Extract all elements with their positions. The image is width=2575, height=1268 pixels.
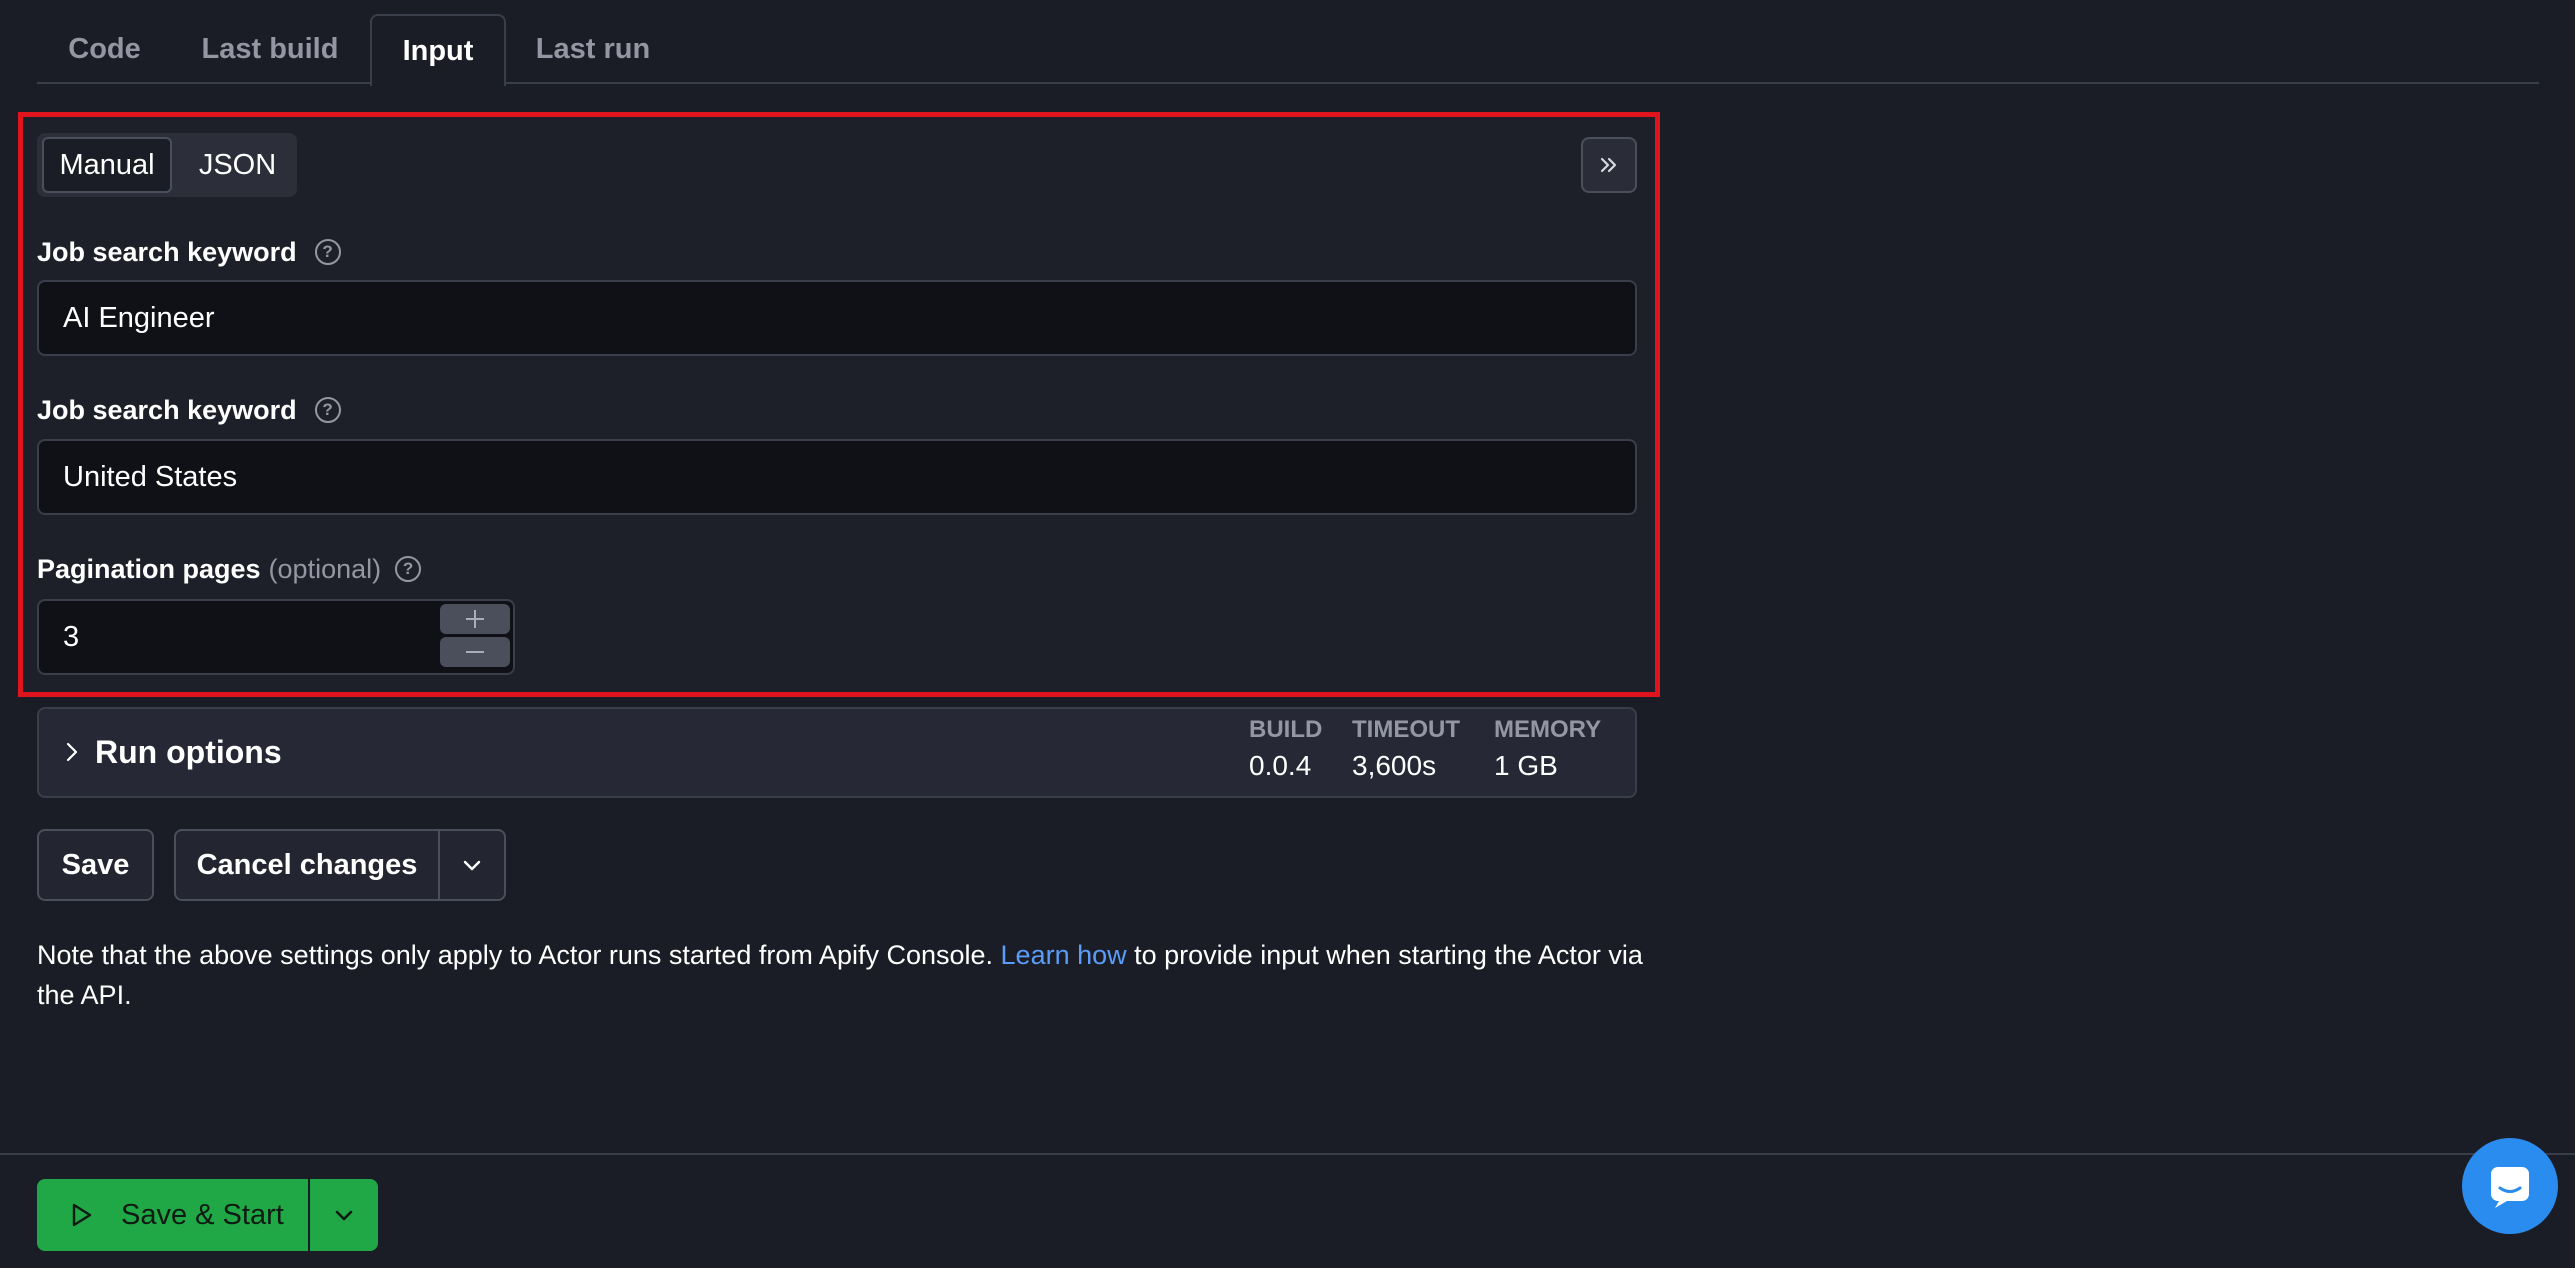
mode-json-button[interactable]: JSON (180, 137, 295, 193)
optional-tag: (optional) (268, 553, 382, 584)
note-text-before: Note that the above settings only apply … (37, 940, 1001, 970)
tab-last-run[interactable]: Last run (520, 14, 666, 84)
cancel-changes-button[interactable]: Cancel changes (174, 829, 440, 901)
memory-label: MEMORY (1494, 716, 1602, 743)
pages-field-label: Pagination pages (optional) ? (37, 550, 422, 588)
input-note: Note that the above settings only apply … (37, 935, 1657, 1015)
minus-icon (466, 651, 484, 653)
chevron-right-icon (66, 742, 78, 762)
footer-divider (0, 1153, 2575, 1155)
increment-button[interactable] (440, 604, 510, 634)
expand-panel-button[interactable] (1581, 137, 1637, 193)
chat-icon (2491, 1167, 2529, 1208)
chevron-down-icon (335, 1210, 353, 1221)
learn-how-link[interactable]: Learn how (1001, 940, 1127, 970)
double-chevron-right-icon (1600, 157, 1617, 173)
memory-value: 1 GB (1494, 750, 1558, 781)
chat-widget-button[interactable] (2462, 1138, 2558, 1234)
keyword-input[interactable]: AI Engineer (37, 280, 1637, 356)
run-options-title: Run options (95, 734, 282, 770)
keyword-label-text: Job search keyword (37, 236, 297, 267)
help-icon[interactable]: ? (314, 239, 341, 265)
save-and-start-dropdown[interactable] (310, 1179, 378, 1251)
location-input-value: United States (63, 460, 238, 493)
mode-manual-button[interactable]: Manual (42, 137, 172, 193)
chevron-down-icon (463, 860, 481, 871)
location-input[interactable]: United States (37, 439, 1637, 515)
keyword-field-label: Job search keyword ? (37, 233, 341, 271)
decrement-button[interactable] (440, 637, 510, 667)
keyword-input-value: AI Engineer (63, 301, 215, 334)
location-field-label: Job search keyword ? (37, 391, 341, 429)
save-and-start-label: Save & Start (121, 1198, 284, 1231)
location-label-text: Job search keyword (37, 394, 297, 425)
cancel-dropdown-button[interactable] (438, 829, 506, 901)
play-icon (72, 1203, 92, 1227)
tab-last-build[interactable]: Last build (184, 14, 356, 84)
tab-code[interactable]: Code (37, 14, 172, 84)
save-and-start-button[interactable]: Save & Start (37, 1179, 308, 1251)
timeout-value: 3,600s (1352, 750, 1437, 781)
pages-input-value: 3 (63, 620, 80, 653)
timeout-label: TIMEOUT (1352, 716, 1460, 743)
build-value: 0.0.4 (1249, 750, 1312, 781)
save-button[interactable]: Save (37, 829, 154, 901)
tab-input[interactable]: Input (370, 14, 506, 86)
plus-icon (466, 610, 484, 628)
build-label: BUILD (1249, 716, 1323, 743)
help-icon[interactable]: ? (395, 556, 422, 582)
pages-label-text: Pagination pages (37, 553, 261, 584)
help-icon[interactable]: ? (314, 397, 341, 423)
